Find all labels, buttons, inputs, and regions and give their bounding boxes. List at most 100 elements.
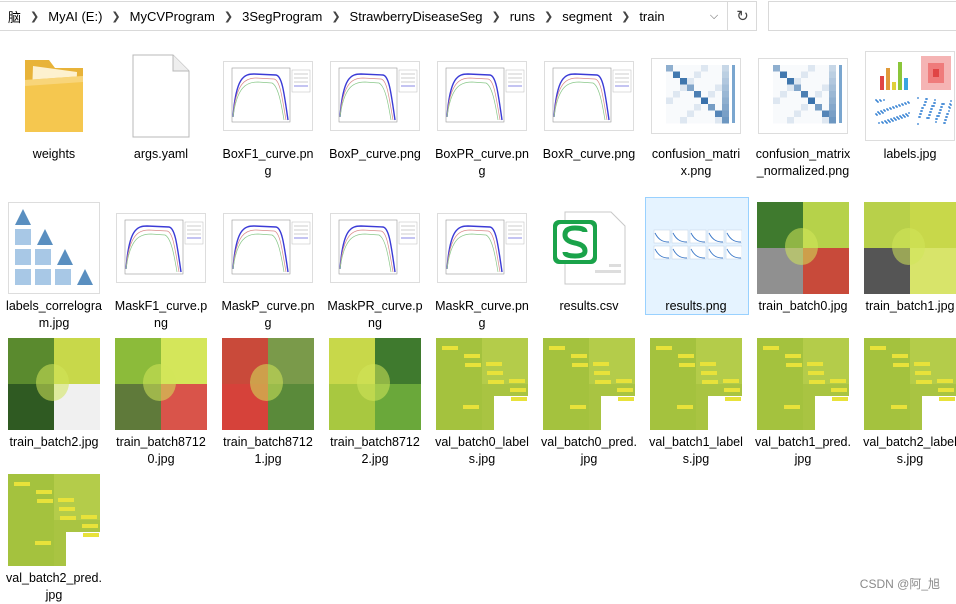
file-thumbnail[interactable] (115, 48, 207, 144)
file-item[interactable]: train_batch1.jpg (864, 200, 956, 315)
file-name[interactable]: confusion_matrix_normalized.png (755, 146, 851, 180)
file-name[interactable]: MaskR_curve.png (434, 298, 530, 332)
file-name[interactable]: train_batch87121.jpg (220, 434, 316, 468)
file-thumbnail[interactable] (222, 200, 314, 296)
file-thumbnail[interactable] (543, 48, 635, 144)
chevron-right-icon[interactable]: ❯ (328, 10, 343, 23)
file-name[interactable]: train_batch87120.jpg (113, 434, 209, 468)
file-thumbnail[interactable] (436, 200, 528, 296)
file-name[interactable]: results.png (648, 298, 744, 315)
file-item[interactable]: labels.jpg (864, 48, 956, 163)
file-item[interactable]: train_batch87121.jpg (222, 336, 314, 468)
file-thumbnail[interactable] (757, 200, 849, 296)
breadcrumb-item[interactable]: MyAI (E:) (42, 9, 108, 24)
file-name[interactable]: train_batch1.jpg (862, 298, 956, 315)
file-name[interactable]: labels_correlogram.jpg (6, 298, 102, 332)
file-name[interactable]: val_batch2_labels.jpg (862, 434, 956, 468)
file-item[interactable]: MaskF1_curve.png (115, 200, 207, 332)
file-name[interactable]: train_batch87122.jpg (327, 434, 423, 468)
chevron-right-icon[interactable]: ❯ (541, 10, 556, 23)
breadcrumb-label[interactable]: MyCVProgram (124, 9, 221, 24)
file-thumbnail[interactable] (864, 336, 956, 432)
file-name[interactable]: BoxP_curve.png (327, 146, 423, 163)
chevron-right-icon[interactable]: ❯ (618, 10, 633, 23)
file-thumbnail[interactable] (329, 336, 421, 432)
chevron-right-icon[interactable]: ❯ (221, 10, 236, 23)
breadcrumb-label[interactable]: 3SegProgram (236, 9, 328, 24)
breadcrumb-item[interactable]: StrawberryDiseaseSeg (344, 9, 489, 24)
chevron-right-icon[interactable]: ❯ (488, 10, 503, 23)
breadcrumb-item[interactable]: train (633, 9, 670, 24)
breadcrumb-item[interactable]: runs (504, 9, 541, 24)
breadcrumb-item[interactable]: MyCVProgram (124, 9, 221, 24)
file-item[interactable]: train_batch87122.jpg (329, 336, 421, 468)
chevron-right-icon[interactable]: ❯ (27, 10, 42, 23)
file-thumbnail[interactable] (543, 200, 635, 296)
breadcrumb-label[interactable]: segment (556, 9, 618, 24)
file-name[interactable]: val_batch0_labels.jpg (434, 434, 530, 468)
breadcrumb-label[interactable]: MyAI (E:) (42, 9, 108, 24)
file-thumbnail[interactable] (757, 48, 849, 144)
file-name[interactable]: BoxPR_curve.png (434, 146, 530, 180)
file-item[interactable]: MaskR_curve.png (434, 200, 530, 332)
file-item[interactable]: val_batch0_labels.jpg (434, 336, 530, 468)
file-item[interactable]: confusion_matrix.png (650, 48, 742, 180)
file-item[interactable]: train_batch87120.jpg (115, 336, 207, 468)
file-name[interactable]: results.csv (541, 298, 637, 315)
file-thumbnail[interactable] (543, 336, 635, 432)
file-item[interactable]: BoxR_curve.png (543, 48, 635, 163)
breadcrumb-label[interactable]: 脑 (2, 7, 27, 26)
breadcrumb[interactable]: 脑 ❯ MyAI (E:) ❯ MyCVProgram ❯ 3SegProgra… (0, 1, 757, 31)
file-thumbnail[interactable] (329, 200, 421, 296)
file-item[interactable]: val_batch2_labels.jpg (862, 336, 956, 468)
file-thumbnail[interactable] (8, 336, 100, 432)
file-name[interactable]: val_batch1_pred.jpg (755, 434, 851, 468)
file-thumbnail[interactable] (436, 336, 528, 432)
breadcrumb-item[interactable]: 脑 (2, 7, 27, 26)
search-input[interactable] (768, 1, 956, 31)
breadcrumb-item[interactable]: 3SegProgram (236, 9, 328, 24)
file-item[interactable]: results.csv (543, 200, 635, 315)
file-name[interactable]: MaskP_curve.png (220, 298, 316, 332)
file-thumbnail[interactable] (8, 200, 100, 296)
file-item[interactable]: confusion_matrix_normalized.png (755, 48, 851, 180)
file-thumbnail[interactable] (115, 336, 207, 432)
file-item[interactable]: train_batch0.jpg (757, 200, 849, 315)
file-name[interactable]: BoxF1_curve.png (220, 146, 316, 180)
file-item[interactable]: labels_correlogram.jpg (6, 200, 102, 332)
file-thumbnail[interactable] (222, 48, 314, 144)
file-item[interactable]: args.yaml (115, 48, 207, 163)
breadcrumb-item[interactable]: segment (556, 9, 618, 24)
file-thumbnail[interactable] (757, 336, 849, 432)
file-thumbnail[interactable] (8, 48, 100, 144)
file-thumbnail[interactable] (650, 336, 742, 432)
file-name[interactable]: MaskF1_curve.png (113, 298, 209, 332)
file-item[interactable]: val_batch0_pred.jpg (541, 336, 637, 468)
chevron-down-icon[interactable]: ⌵ (701, 1, 727, 31)
file-thumbnail[interactable] (650, 200, 743, 296)
file-thumbnail[interactable] (864, 200, 956, 296)
file-thumbnail[interactable] (115, 200, 207, 296)
file-item[interactable]: BoxP_curve.png (329, 48, 421, 163)
file-item[interactable]: BoxF1_curve.png (222, 48, 314, 180)
file-thumbnail[interactable] (222, 336, 314, 432)
file-thumbnail[interactable] (8, 472, 100, 568)
file-name[interactable]: labels.jpg (862, 146, 956, 163)
file-item[interactable]: val_batch2_pred.jpg (6, 472, 102, 604)
file-name[interactable]: val_batch0_pred.jpg (541, 434, 637, 468)
breadcrumb-label[interactable]: train (633, 9, 670, 24)
file-name[interactable]: val_batch1_labels.jpg (648, 434, 744, 468)
file-item[interactable]: train_batch2.jpg (8, 336, 100, 451)
file-item[interactable]: results.png (648, 200, 744, 315)
file-thumbnail[interactable] (864, 48, 956, 144)
chevron-right-icon[interactable]: ❯ (108, 10, 123, 23)
breadcrumb-label[interactable]: StrawberryDiseaseSeg (344, 9, 489, 24)
file-item[interactable]: val_batch1_labels.jpg (648, 336, 744, 468)
file-item[interactable]: weights (8, 48, 100, 163)
file-name[interactable]: confusion_matrix.png (648, 146, 744, 180)
file-item[interactable]: MaskP_curve.png (220, 200, 316, 332)
file-name[interactable]: train_batch0.jpg (755, 298, 851, 315)
file-name[interactable]: val_batch2_pred.jpg (6, 570, 102, 604)
file-item[interactable]: val_batch1_pred.jpg (755, 336, 851, 468)
file-name[interactable]: train_batch2.jpg (6, 434, 102, 451)
